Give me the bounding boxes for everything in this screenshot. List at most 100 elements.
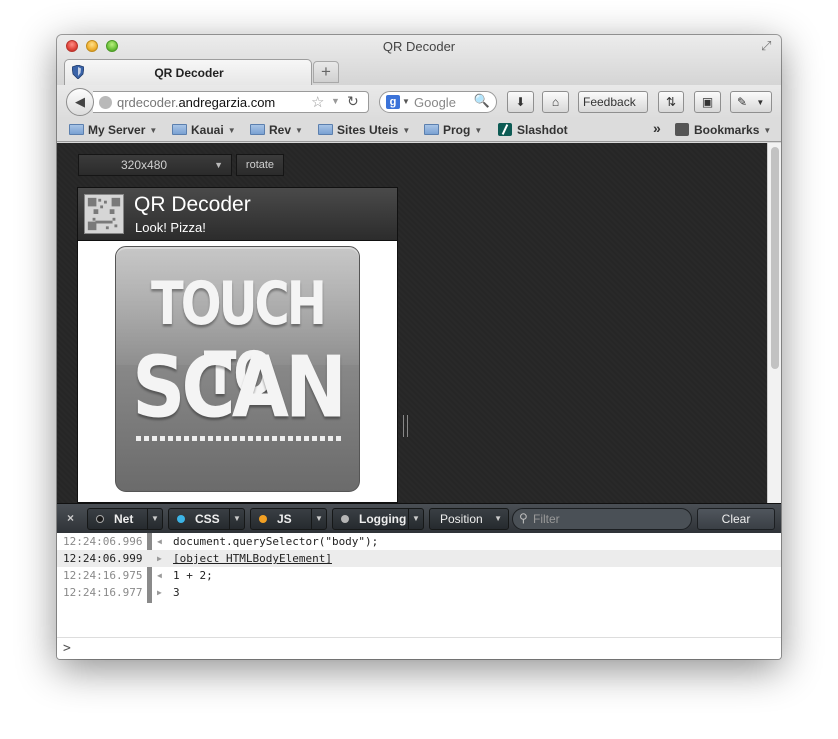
bookmark-label: Sites Uteis (337, 123, 399, 137)
home-button[interactable]: ⌂ (542, 91, 569, 113)
filter-js-button[interactable]: JS ▼ (250, 508, 327, 530)
feedback-button[interactable]: Feedback ▼ (578, 91, 648, 127)
app-header: QR Decoder Look! Pizza! (78, 188, 397, 241)
output-arrow-icon: ▶ (157, 554, 162, 563)
rotate-button[interactable]: rotate (236, 154, 284, 176)
console-row[interactable]: 12:24:16.975 ◀ 1 + 2; (57, 567, 781, 584)
search-icon[interactable]: 🔍 (474, 93, 490, 109)
screenshot-button[interactable]: ▣ (694, 91, 721, 113)
downloads-button[interactable]: ⬇ (507, 91, 534, 113)
chevron-down-icon: ▼ (494, 514, 502, 523)
wrench-icon: ✎ (737, 95, 748, 109)
filter-logging-button[interactable]: Logging ▼ (332, 508, 424, 530)
tab-qr-decoder[interactable]: QR Decoder (64, 59, 312, 85)
new-tab-button[interactable]: + (313, 61, 339, 83)
bookmark-star-icon[interactable]: ☆ (311, 93, 324, 111)
console-timestamp: 12:24:16.977 (63, 586, 143, 599)
url-text[interactable]: qrdecoder.andregarzia.com (117, 95, 275, 110)
vertical-scrollbar[interactable] (767, 143, 781, 503)
net-status-dot-icon (96, 515, 104, 523)
folder-icon (424, 124, 439, 135)
chevron-down-icon: ▼ (214, 160, 223, 170)
touch-to-scan-button[interactable]: TOUCH TO SCAN (115, 246, 360, 492)
tab-title: QR Decoder (154, 66, 224, 80)
bookmarks-menu-button[interactable]: Bookmarks ▼ (675, 123, 771, 137)
slashdot-icon (498, 123, 512, 136)
bookmarks-overflow-chevron-icon[interactable]: » (653, 120, 661, 136)
console-row[interactable]: 12:24:06.999 ▶ [object HTMLBodyElement] (57, 550, 781, 567)
scrollbar-thumb[interactable] (771, 147, 779, 369)
bookmarks-menu-label: Bookmarks (694, 123, 760, 137)
chevron-down-icon[interactable]: ▼ (229, 509, 244, 529)
chevron-down-icon[interactable]: ▼ (408, 509, 423, 529)
sync-button[interactable]: ⇅ (658, 91, 684, 113)
filter-css-button[interactable]: CSS ▼ (168, 508, 245, 530)
chevron-down-icon: ▼ (295, 126, 303, 135)
home-icon: ⌂ (551, 95, 560, 109)
bookmark-prog[interactable]: Prog ▼ (424, 123, 482, 137)
input-arrow-icon: ◀ (157, 537, 162, 546)
chevron-down-icon: ▼ (149, 126, 158, 135)
folder-icon (318, 124, 333, 135)
app-subtitle: Look! Pizza! (135, 220, 206, 235)
bookmark-label: Slashdot (517, 123, 568, 137)
console-filter-input[interactable]: ⚲ Filter (512, 508, 692, 530)
fullscreen-icon[interactable]: ⤢ (761, 39, 775, 53)
scan-dotted-line (136, 436, 342, 441)
title-bar: QR Decoder ⤢ QR Decoder + (57, 35, 781, 92)
screen-size-value: 320x480 (121, 158, 168, 172)
search-engine-dropdown-icon[interactable]: ▼ (402, 97, 410, 106)
filter-label: Net (114, 512, 134, 526)
chevron-down-icon: ▼ (756, 98, 765, 107)
folder-icon (69, 124, 84, 135)
console-row[interactable]: 12:24:16.977 ▶ 3 (57, 584, 781, 601)
google-icon[interactable]: g (386, 95, 400, 109)
window-title: QR Decoder (382, 39, 456, 54)
filter-label: Logging (359, 512, 407, 526)
screen-size-select[interactable]: 320x480 ▼ (78, 154, 232, 176)
console-row[interactable]: 12:24:06.996 ◀ document.querySelector("b… (57, 533, 781, 550)
bookmark-label: Kauai (191, 123, 224, 137)
url-bar[interactable]: qrdecoder.andregarzia.com ☆ ▼ ↻ (93, 91, 369, 113)
bookmarks-toolbar: My Server ▼ Kauai ▼ Rev ▼ Sites Uteis ▼ Prog… (57, 119, 781, 142)
css-status-dot-icon (177, 515, 185, 523)
bookmark-kauai[interactable]: Kauai ▼ (172, 123, 236, 137)
chevron-down-icon[interactable]: ▼ (311, 509, 326, 529)
clear-button[interactable]: Clear (697, 508, 775, 530)
console-timestamp: 12:24:16.975 (63, 569, 143, 582)
logging-status-dot-icon (341, 515, 349, 523)
bookmark-label: Rev (269, 123, 292, 137)
console-input-line[interactable]: > (57, 637, 781, 659)
device-frame: QR Decoder Look! Pizza! TOUCH TO SCAN (77, 187, 398, 503)
navigation-toolbar: qrdecoder.andregarzia.com ☆ ▼ ↻ ◀ g ▼ Go… (57, 85, 781, 127)
bookmark-rev[interactable]: Rev ▼ (250, 123, 303, 137)
search-placeholder: Google (414, 95, 456, 110)
reload-icon[interactable]: ↻ (347, 93, 359, 110)
position-label: Position (440, 512, 483, 526)
console-output: 12:24:06.996 ◀ document.querySelector("b… (57, 533, 781, 637)
input-arrow-icon: ◀ (157, 571, 162, 580)
bookmark-my-server[interactable]: My Server ▼ (69, 123, 157, 137)
bookmark-sites-uteis[interactable]: Sites Uteis ▼ (318, 123, 410, 137)
back-button[interactable]: ◀ (66, 88, 94, 116)
back-arrow-icon: ◀ (75, 94, 85, 109)
console-text: document.querySelector("body"); (173, 535, 379, 548)
console-object-link[interactable]: [object HTMLBodyElement] (173, 550, 332, 567)
console-prompt: > (63, 641, 71, 656)
filter-placeholder: Filter (533, 512, 560, 526)
filter-net-button[interactable]: Net ▼ (87, 508, 163, 530)
browser-window: QR Decoder ⤢ QR Decoder + qrdecoder.andr… (57, 35, 781, 659)
feedback-label: Feedback (583, 95, 636, 109)
output-arrow-icon: ▶ (157, 588, 162, 597)
bookmark-slashdot[interactable]: Slashdot (498, 123, 568, 137)
search-bar[interactable]: g ▼ Google 🔍 (379, 91, 497, 113)
tools-menu-button[interactable]: ✎ ▼ (730, 91, 772, 113)
filter-label: CSS (195, 512, 220, 526)
console-timestamp: 12:24:06.999 (63, 552, 143, 565)
console-close-icon[interactable]: × (67, 511, 74, 525)
resize-handle[interactable] (403, 415, 408, 437)
console-toolbar: × Net ▼ CSS ▼ JS ▼ Logging ▼ Position ▼ … (57, 503, 781, 533)
chevron-down-icon[interactable]: ▼ (147, 509, 162, 529)
url-history-dropdown-icon[interactable]: ▼ (331, 96, 340, 106)
position-button[interactable]: Position ▼ (429, 508, 509, 530)
